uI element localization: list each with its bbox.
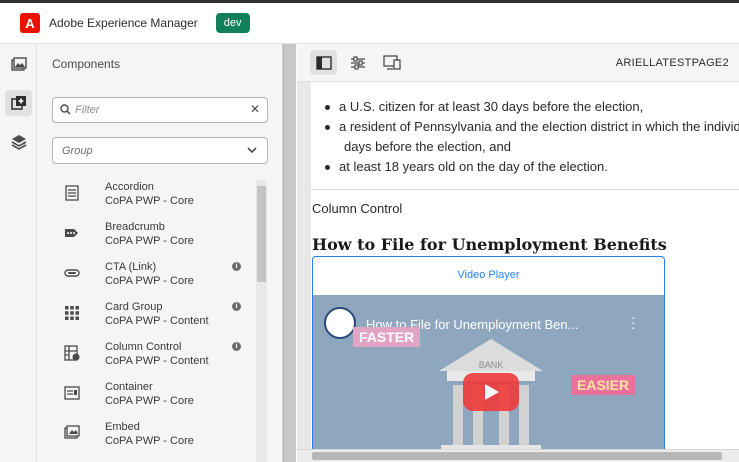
list-item: a resident of Pennsylvania and the elect… bbox=[325, 119, 739, 134]
component-name: CTA (Link) bbox=[105, 261, 157, 273]
column-control-placeholder[interactable]: Column Control bbox=[312, 201, 402, 216]
bullet-dot bbox=[325, 105, 330, 111]
group-placeholder: Group bbox=[62, 145, 93, 157]
component-item-column-control[interactable]: Column Control CoPA PWP - Content i bbox=[52, 336, 252, 376]
canvas-horizontal-scrollbar[interactable] bbox=[297, 449, 739, 462]
adobe-logo-icon[interactable]: A bbox=[20, 13, 40, 33]
component-group: CoPA PWP - Core bbox=[105, 275, 194, 287]
component-group: CoPA PWP - Core bbox=[105, 195, 194, 207]
component-name: Container bbox=[105, 381, 153, 393]
container-icon bbox=[64, 386, 80, 400]
page-name: ARIELLATESTPAGE2 bbox=[615, 57, 729, 69]
panel-title: Components bbox=[52, 57, 121, 71]
list-item-text: a U.S. citizen for at least 30 days befo… bbox=[339, 99, 644, 114]
group-select[interactable]: Group bbox=[52, 137, 268, 164]
app-title[interactable]: Adobe Experience Manager bbox=[49, 16, 198, 30]
column-control-icon bbox=[64, 345, 80, 361]
content-tree-icon[interactable] bbox=[5, 129, 32, 155]
video-tag-easier: EASIER bbox=[571, 375, 636, 395]
video-player-component[interactable]: Video Player How to File for Unemploymen… bbox=[312, 256, 665, 462]
component-item-breadcrumb[interactable]: Breadcrumb CoPA PWP - Core bbox=[52, 216, 252, 256]
search-icon bbox=[60, 104, 71, 115]
list-item-continuation: days before the election, and bbox=[344, 139, 511, 154]
filter-placeholder: Filter bbox=[75, 104, 100, 116]
more-options-icon[interactable]: · · · bbox=[631, 310, 636, 334]
component-group: CoPA PWP - Core bbox=[105, 235, 194, 247]
list-item: at least 18 years old on the day of the … bbox=[325, 159, 608, 174]
info-icon[interactable]: i bbox=[232, 342, 241, 351]
play-button[interactable] bbox=[463, 373, 519, 411]
scrollbar-thumb[interactable] bbox=[257, 186, 266, 282]
component-name: Column Control bbox=[105, 341, 182, 353]
emulator-icon[interactable] bbox=[378, 50, 405, 75]
bank-label: BANK bbox=[479, 360, 504, 370]
component-item-cta-link[interactable]: CTA (Link) CoPA PWP - Core i bbox=[52, 256, 252, 296]
eligibility-list[interactable]: a U.S. citizen for at least 30 days befo… bbox=[311, 82, 739, 190]
info-icon[interactable]: i bbox=[232, 262, 241, 271]
components-panel: Components Filter ✕ Group Accordion CoPA… bbox=[37, 44, 283, 462]
component-group: CoPA PWP - Content bbox=[105, 315, 209, 327]
component-list: Accordion CoPA PWP - Core Breadcrumb CoP… bbox=[52, 176, 268, 462]
video-embed[interactable]: How to File for Unemployment Ben... · · · … bbox=[313, 295, 664, 462]
toggle-side-panel-icon[interactable] bbox=[310, 50, 337, 75]
chevron-down-icon bbox=[247, 147, 257, 154]
component-group: CoPA PWP - Content bbox=[105, 355, 209, 367]
component-item-container[interactable]: Container CoPA PWP - Core bbox=[52, 376, 252, 416]
card-group-icon bbox=[65, 306, 79, 320]
component-item-embed[interactable]: Embed CoPA PWP - Core bbox=[52, 416, 252, 456]
component-group: CoPA PWP - Core bbox=[105, 395, 194, 407]
bullet-dot bbox=[325, 165, 330, 171]
video-player-label: Video Player bbox=[457, 269, 520, 281]
embed-icon bbox=[64, 425, 80, 439]
side-rail bbox=[0, 44, 37, 462]
component-group: CoPA PWP - Core bbox=[105, 435, 194, 447]
page-properties-icon[interactable] bbox=[344, 50, 371, 75]
environment-badge: dev bbox=[215, 13, 250, 33]
editor-canvas: a U.S. citizen for at least 30 days befo… bbox=[297, 82, 739, 462]
component-name: Card Group bbox=[105, 301, 163, 313]
panel-splitter[interactable] bbox=[283, 44, 296, 462]
accordion-icon bbox=[65, 185, 79, 201]
channel-avatar[interactable] bbox=[324, 307, 356, 339]
editor-toolbar: ARIELLATESTPAGE2 bbox=[297, 44, 739, 82]
filter-input[interactable]: Filter ✕ bbox=[52, 97, 268, 123]
list-item: a U.S. citizen for at least 30 days befo… bbox=[325, 99, 643, 114]
bullet-dot bbox=[325, 125, 330, 131]
component-item-card-group[interactable]: Card Group CoPA PWP - Content i bbox=[52, 296, 252, 336]
top-bar: A Adobe Experience Manager dev bbox=[0, 0, 739, 44]
components-icon[interactable] bbox=[5, 90, 32, 116]
cta-link-icon bbox=[64, 269, 80, 277]
page-content: a U.S. citizen for at least 30 days befo… bbox=[311, 82, 739, 462]
scrollbar-thumb[interactable] bbox=[312, 452, 722, 460]
component-name: Accordion bbox=[105, 181, 154, 193]
clear-icon[interactable]: ✕ bbox=[250, 102, 260, 116]
breadcrumb-icon bbox=[65, 229, 78, 237]
info-icon[interactable]: i bbox=[232, 302, 241, 311]
component-name: Breadcrumb bbox=[105, 221, 165, 233]
video-tag-faster: FASTER bbox=[353, 327, 421, 347]
assets-icon[interactable] bbox=[5, 52, 32, 78]
page-heading[interactable]: How to File for Unemployment Benefits bbox=[312, 235, 667, 254]
list-item-text: at least 18 years old on the day of the … bbox=[339, 159, 608, 174]
panel-scrollbar[interactable] bbox=[256, 180, 267, 462]
component-item-accordion[interactable]: Accordion CoPA PWP - Core bbox=[52, 176, 252, 216]
list-item-text: a resident of Pennsylvania and the elect… bbox=[339, 119, 739, 134]
component-name: Embed bbox=[105, 421, 140, 433]
